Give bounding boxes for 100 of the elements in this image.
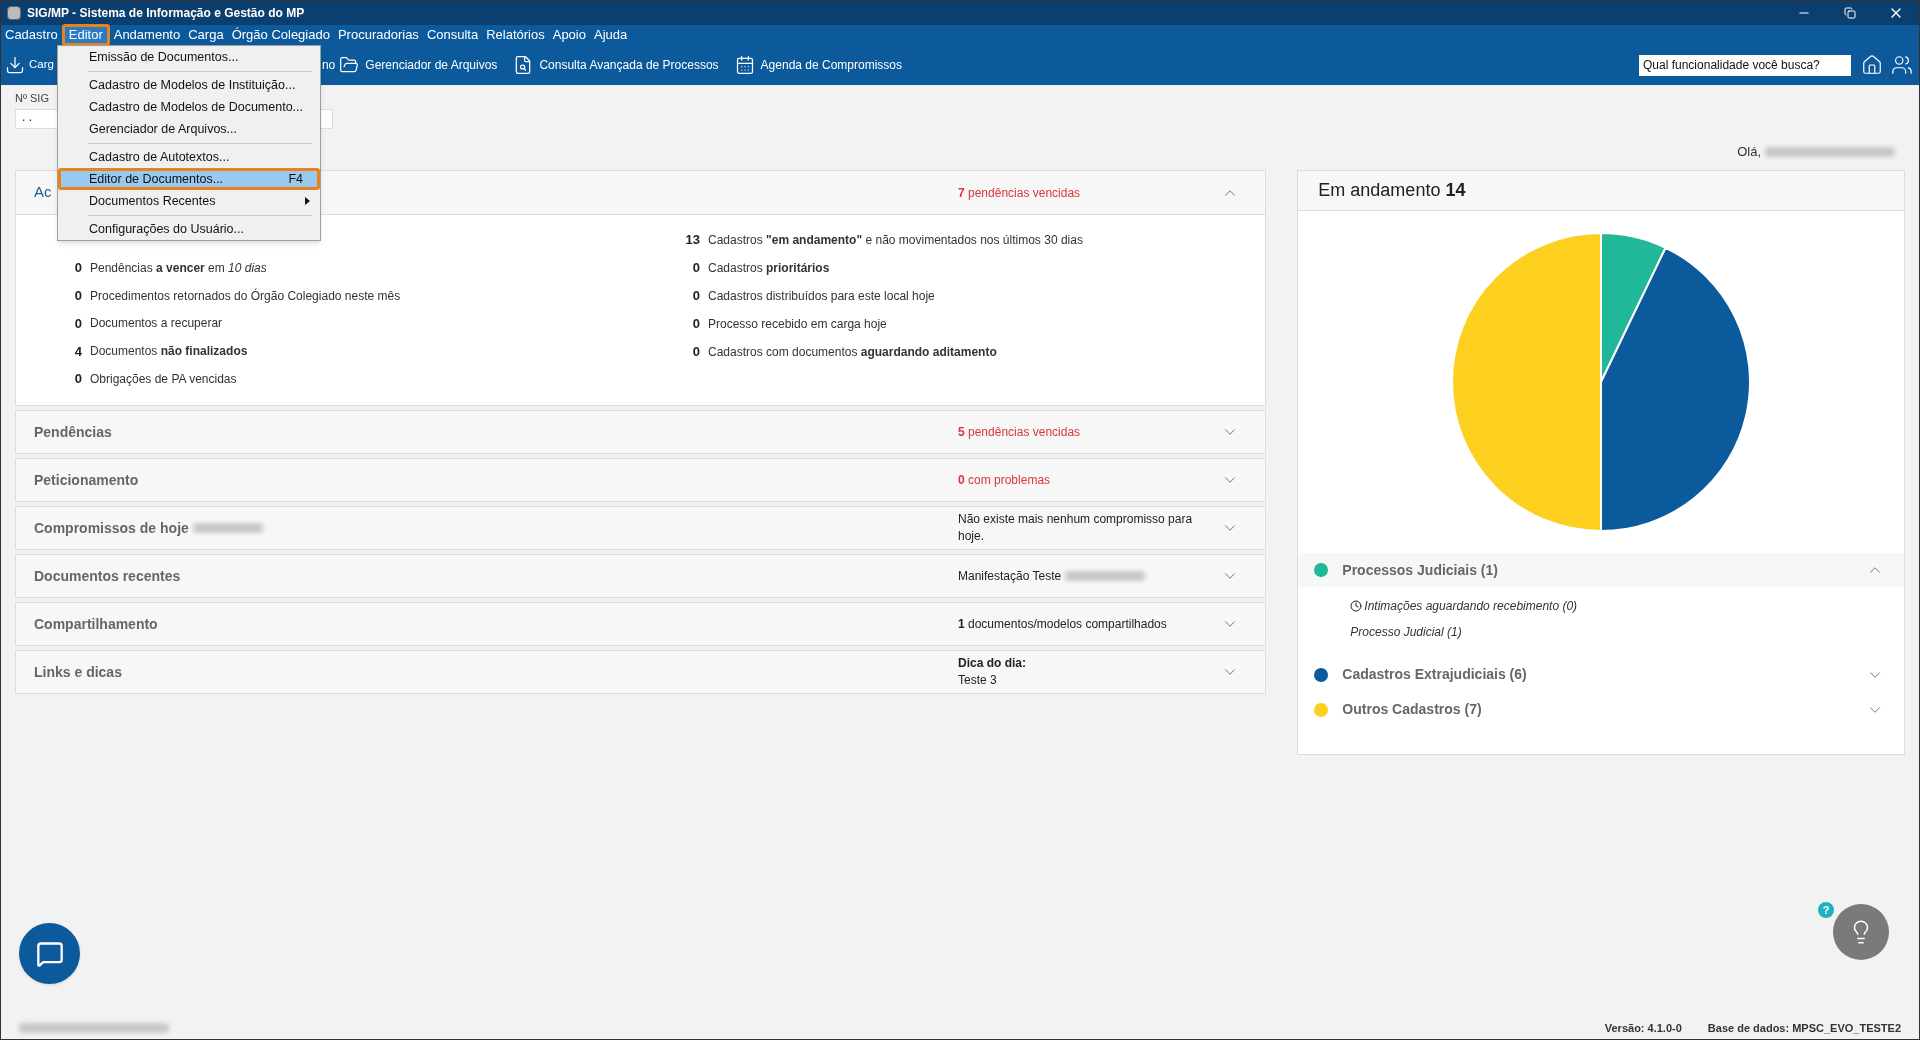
panel-title: Em andamento 14 [1318,179,1466,202]
section-info: Dica do dia: [958,655,1026,672]
menu-item[interactable]: Andamento [109,25,185,45]
legend-label: Cadastros Extrajudiciais (6) [1342,665,1527,684]
section-header[interactable]: Documentos recentes Manifestação Teste [15,554,1267,598]
tips-button[interactable] [1833,904,1889,960]
option-label: Documentos Recentes [89,192,216,210]
section-title: Links e dicas [34,662,122,682]
menu-item[interactable]: Ajuda [589,25,632,45]
menu-item[interactable]: Carga [184,25,228,45]
section-info: Teste 3 [958,672,997,689]
option-label: Cadastro de Modelos de Documento... [89,98,303,116]
folder-icon [339,55,360,75]
count: 0 [73,314,82,333]
menu-option[interactable]: Cadastro de Modelos de Instituição... [58,74,320,96]
summary-text: Cadastros "em andamento" e não movimentados nos últimos 30 dias [708,232,1083,249]
window-title: SIG/MP - Sistema de Informação e Gestão do MP [27,5,305,22]
greeting: Olá, [1737,142,1761,161]
option-label: Emissão de Documentos... [89,48,239,66]
menu-item[interactable]: Consulta [422,25,483,45]
chat-button[interactable] [19,923,80,984]
count: 0 [691,287,700,306]
count: 0 [73,259,82,278]
section-title: Compromissos de hoje [34,518,189,538]
count: 0 [73,370,82,389]
count: 4 [73,342,82,361]
section-info: Não existe mais nenhum compromisso para hoje. [958,511,1194,545]
menu-item[interactable]: Cadastro [1,25,62,45]
menu-item[interactable]: Órgão Colegiado [227,25,334,45]
menu-item[interactable]: Relatórios [482,25,549,45]
summary-text: Processo recebido em carga hoje [708,316,887,333]
clock-icon [1350,600,1363,612]
count: 0 [691,259,700,278]
summary-text: Documentos a recuperar [90,315,223,333]
calendar-icon [734,55,755,75]
section-title: Peticionamento [34,470,139,490]
summary-text: Obrigações de PA vencidas [90,371,237,389]
section-info: Manifestação Teste [958,567,1062,585]
legend-label: Processos Judiciais (1) [1342,560,1498,580]
summary-text: Procedimentos retornados do Órgão Colegiado neste mês [90,287,401,305]
legend-row[interactable]: Processos Judiciais (1) [1298,553,1904,587]
menu-option[interactable]: Cadastro de Autotextos... [58,146,320,168]
menu-option[interactable]: Gerenciador de Arquivos... [58,118,320,140]
summary-text: Cadastros com documentos aguardando aditamento [708,344,997,361]
option-label: Cadastro de Modelos de Instituição... [89,76,296,94]
summary-text: Pendências a vencer em 10 dias [90,259,267,277]
menu-option[interactable]: Configurações do Usuário... [58,218,320,240]
menu-option[interactable]: Cadastro de Modelos de Documento... [58,96,320,118]
toolbar-button[interactable]: Agenda de Compromissos [734,55,902,75]
section-title: Pendências [34,422,112,442]
option-label: Cadastro de Autotextos... [89,148,230,166]
toolbar-button[interactable]: Consulta Avançada de Processos [513,55,719,75]
legend-label: Outros Cadastros (7) [1342,700,1482,719]
menu-item[interactable]: Procuradorias [333,25,423,45]
chat-icon [35,939,64,968]
download-icon [5,55,25,75]
card-title: Ac [34,182,52,203]
summary-text: Documentos não finalizados [90,343,248,361]
app-logo-icon [7,6,21,20]
section-header[interactable]: Pendências 5 pendências vencidas [15,410,1267,454]
legend-subitem[interactable]: Processo Judicial (1) [1350,623,1462,641]
users-icon[interactable] [1891,54,1913,76]
count: 0 [691,343,700,362]
restore-icon [1844,7,1856,19]
section-header[interactable]: Links e dicas Dica do dia: Teste 3 [15,650,1267,694]
summary-text: Cadastros distribuídos para este local hoje [708,288,935,305]
section-header[interactable]: Peticionamento 0 com problemas [15,458,1267,502]
section-info: 0 com problemas [958,471,1051,489]
option-label: Configurações do Usuário... [89,220,244,238]
alert-text: 7 pendências vencidas [958,184,1081,202]
summary-text: Cadastros prioritários [708,260,830,277]
section-info: 1 documentos/modelos compartilhados [958,615,1167,633]
search-field[interactable]: Qual funcionalidade você busca? [1639,54,1851,76]
database-text: Base de dados: MPSC_EVO_TESTE2 [1707,1020,1901,1036]
toolbar-button[interactable]: Gerenciador de Arquivos [339,55,498,75]
toolbar-label: no [321,57,336,74]
version-text: Versão: 4.1.0-0 [1604,1020,1682,1036]
option-label: Gerenciador de Arquivos... [89,120,237,138]
menu-option[interactable]: Emissão de Documentos... [58,46,320,68]
option-label: Editor de Documentos... [89,170,224,188]
field-label: Nº SIG [15,91,49,106]
count: 13 [684,231,700,250]
shortcut-label: F4 [288,170,303,188]
count: 0 [691,315,700,334]
menu-item[interactable]: Editor [61,24,110,46]
legend-subitem[interactable]: Intimações aguardando recebimento (0) [1364,597,1578,615]
section-title: Compartilhamento [34,614,158,634]
menu-option[interactable]: Documentos Recentes [58,190,320,212]
menu-item[interactable]: Apoio [548,25,590,45]
section-header[interactable]: Compartilhamento 1 documentos/modelos compartilhados [15,602,1267,646]
submenu-arrow-icon [305,197,310,205]
home-icon[interactable] [1861,54,1883,76]
legend-row[interactable]: Cadastros Extrajudiciais (6) [1298,657,1904,692]
menu-option[interactable]: Editor de Documentos... F4 [58,168,320,190]
section-title: Documentos recentes [34,566,181,586]
toolbar-button[interactable]: Carg [5,55,54,75]
count: 0 [73,286,82,305]
section-info: 5 pendências vencidas [958,423,1081,441]
section-header[interactable]: Compromissos de hoje Não existe mais nenhum compromisso para hoje. [15,506,1267,550]
legend-row[interactable]: Outros Cadastros (7) [1298,692,1904,727]
